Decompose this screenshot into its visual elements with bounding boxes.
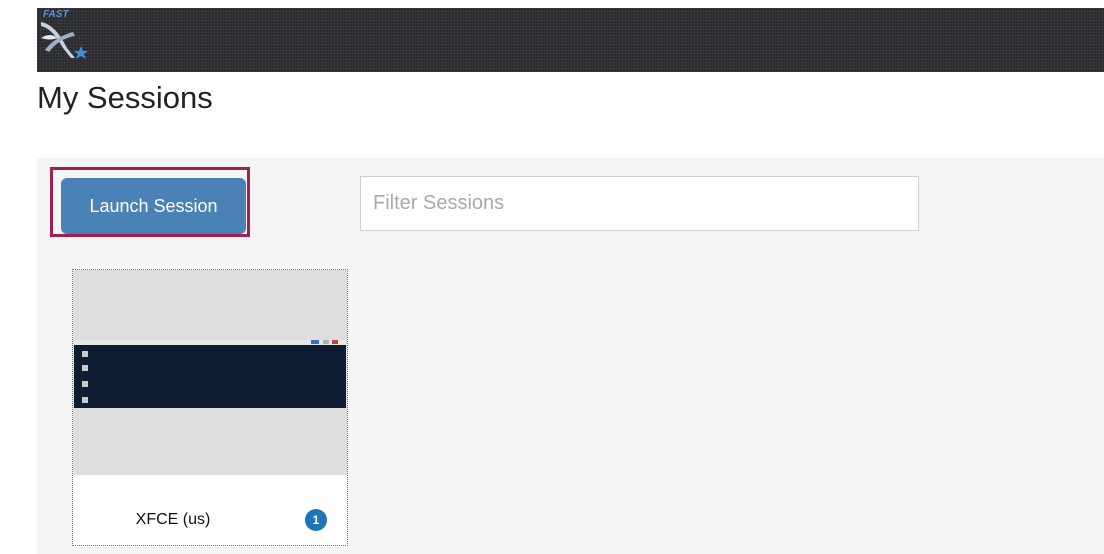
launch-session-button[interactable]: Launch Session: [61, 178, 246, 234]
filter-sessions-input[interactable]: [360, 176, 919, 231]
desktop-icon: [82, 351, 88, 357]
top-margin: [0, 0, 1104, 8]
desktop-icon: [82, 365, 88, 371]
page-title: My Sessions: [37, 80, 213, 115]
desktop-thumbnail: [74, 345, 346, 408]
session-name: XFCE (us): [135, 511, 211, 528]
session-thumbnail[interactable]: [73, 270, 347, 475]
thumbnail-tray-icon: [311, 340, 319, 344]
thumbnail-tray-icon: [332, 340, 338, 344]
session-card[interactable]: XFCE (us) 1: [72, 269, 348, 546]
sessions-panel: Launch Session XFCE (us) 1: [37, 158, 1104, 554]
launch-button-highlight: Launch Session: [50, 167, 250, 237]
thumbnail-tray-icon: [323, 340, 329, 344]
desktop-icon: [82, 381, 88, 387]
app-header: FAST: [37, 8, 1104, 72]
logo-text: FAST: [43, 9, 69, 20]
desktop-icon: [82, 397, 88, 403]
fastx-logo-icon[interactable]: FAST: [37, 8, 93, 62]
session-count-badge: 1: [305, 509, 327, 531]
